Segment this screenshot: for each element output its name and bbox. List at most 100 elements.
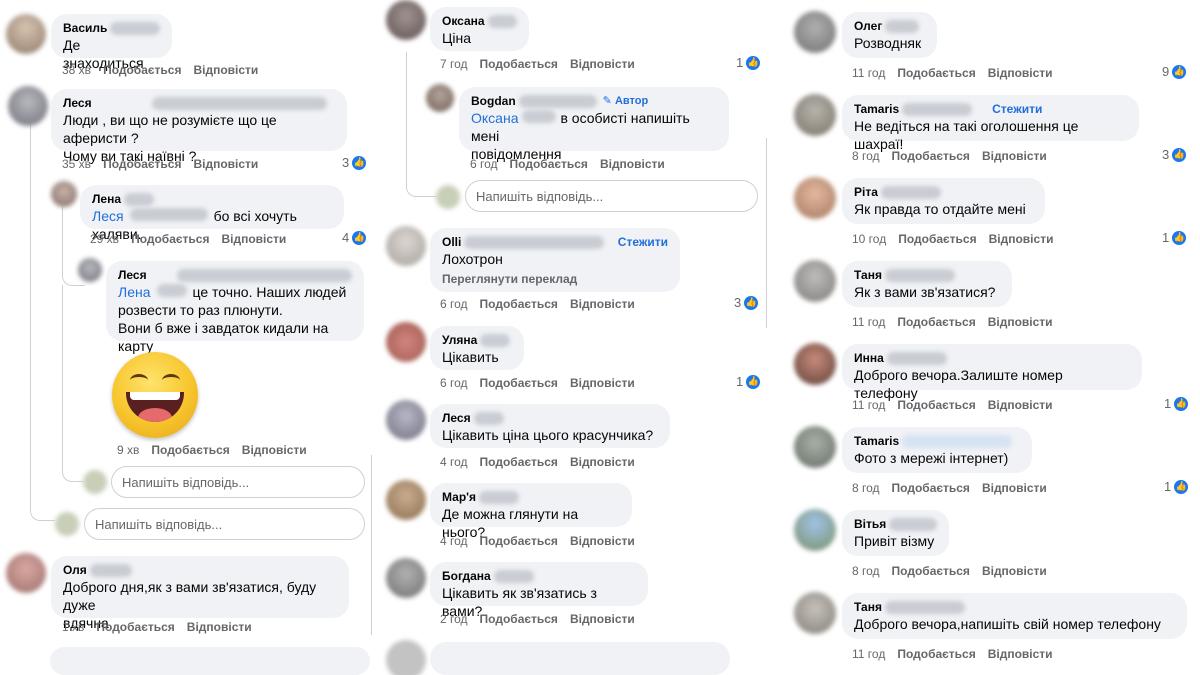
reaction-count[interactable]: 3 👍: [734, 295, 759, 310]
avatar[interactable]: [8, 86, 48, 126]
reaction-count[interactable]: 1 👍: [1162, 230, 1187, 245]
comment-author[interactable]: Леся: [63, 95, 335, 111]
comment-time[interactable]: 7 год: [440, 57, 468, 71]
reply-button[interactable]: Відповісти: [570, 534, 635, 548]
avatar[interactable]: [794, 94, 836, 136]
avatar[interactable]: [386, 0, 426, 40]
reply-button[interactable]: Відповісти: [982, 149, 1047, 163]
reply-input[interactable]: Напишіть відповідь...: [465, 180, 758, 212]
comment-time[interactable]: 11 год: [852, 315, 885, 329]
reply-button[interactable]: Відповісти: [570, 455, 635, 469]
comment-time[interactable]: 8 год: [852, 564, 880, 578]
like-button[interactable]: Подобається: [892, 149, 970, 163]
like-button[interactable]: Подобається: [480, 57, 558, 71]
reply-button[interactable]: Відповісти: [570, 612, 635, 626]
reply-button[interactable]: Відповісти: [570, 57, 635, 71]
comment-time[interactable]: 10 год: [852, 232, 886, 246]
comment-time[interactable]: 11 год: [852, 66, 885, 80]
avatar[interactable]: [78, 258, 102, 282]
reply-button[interactable]: Відповісти: [242, 443, 307, 457]
reply-button[interactable]: Відповісти: [982, 564, 1047, 578]
comment-author[interactable]: Оксана: [442, 13, 517, 29]
comment-author[interactable]: Вітья: [854, 516, 937, 532]
mention-link[interactable]: Оксана: [471, 110, 518, 126]
like-button[interactable]: Подобається: [897, 315, 975, 329]
reply-input[interactable]: Напишіть відповідь...: [111, 466, 365, 498]
comment-time[interactable]: 6 год: [470, 157, 498, 171]
reply-button[interactable]: Відповісти: [988, 66, 1053, 80]
scroll-divider[interactable]: [766, 138, 767, 328]
mention-link[interactable]: Леся: [92, 208, 124, 224]
comment-author[interactable]: Ріта: [854, 184, 1033, 200]
scroll-divider[interactable]: [371, 455, 372, 635]
comment-time[interactable]: 1 хв: [62, 620, 84, 634]
like-button[interactable]: Подобається: [151, 443, 229, 457]
like-button[interactable]: Подобається: [897, 398, 975, 412]
reply-button[interactable]: Відповісти: [221, 232, 286, 246]
like-button[interactable]: Подобається: [897, 647, 975, 661]
avatar[interactable]: [386, 226, 426, 266]
comment-author[interactable]: Леся: [442, 410, 658, 426]
reply-button[interactable]: Відповісти: [600, 157, 665, 171]
comment-time[interactable]: 2 год: [440, 612, 468, 626]
avatar[interactable]: [386, 558, 426, 598]
like-button[interactable]: Подобається: [892, 564, 970, 578]
avatar[interactable]: [794, 509, 836, 551]
reaction-count[interactable]: 4 👍: [342, 230, 367, 245]
like-button[interactable]: Подобається: [131, 232, 209, 246]
avatar[interactable]: [794, 11, 836, 53]
avatar[interactable]: [794, 426, 836, 468]
comment-time[interactable]: 11 год: [852, 398, 885, 412]
comment-time[interactable]: 6 год: [440, 376, 468, 390]
comment-author[interactable]: Инна: [854, 350, 1130, 366]
comment-author[interactable]: Богдана: [442, 568, 636, 584]
avatar[interactable]: [386, 480, 426, 520]
reaction-count[interactable]: 1 👍: [1164, 396, 1189, 411]
comment-time[interactable]: 6 год: [440, 297, 468, 311]
like-button[interactable]: Подобається: [480, 376, 558, 390]
like-button[interactable]: Подобається: [480, 612, 558, 626]
reaction-count[interactable]: 3 👍: [342, 155, 367, 170]
reply-button[interactable]: Відповісти: [570, 376, 635, 390]
reply-button[interactable]: Відповісти: [193, 63, 258, 77]
mention-link[interactable]: Лена: [118, 284, 151, 300]
reply-button[interactable]: Відповісти: [570, 297, 635, 311]
reply-button[interactable]: Відповісти: [988, 398, 1053, 412]
comment-author[interactable]: Tamaris Стежити: [854, 101, 1127, 117]
reply-button[interactable]: Відповісти: [989, 232, 1054, 246]
comment-author[interactable]: Оля: [63, 562, 337, 578]
reply-button[interactable]: Відповісти: [193, 157, 258, 171]
comment-time[interactable]: 29 хв: [90, 232, 119, 246]
comment-author[interactable]: Олег: [854, 18, 925, 34]
avatar[interactable]: [794, 260, 836, 302]
reply-button[interactable]: Відповісти: [988, 315, 1053, 329]
avatar[interactable]: [426, 84, 454, 112]
comment-time[interactable]: 4 год: [440, 534, 468, 548]
avatar[interactable]: [386, 400, 426, 440]
avatar[interactable]: [51, 181, 77, 207]
avatar[interactable]: [386, 322, 426, 362]
comment-time[interactable]: 8 год: [852, 149, 880, 163]
comment-time[interactable]: 8 год: [852, 481, 880, 495]
reply-button[interactable]: Відповісти: [187, 620, 252, 634]
reaction-count[interactable]: 9 👍: [1162, 64, 1187, 79]
reaction-count[interactable]: 1 👍: [736, 374, 761, 389]
comment-author[interactable]: Василь: [63, 20, 160, 36]
reaction-count[interactable]: 1 👍: [1164, 479, 1189, 494]
comment-author[interactable]: Tamaris: [854, 433, 1020, 449]
avatar[interactable]: [794, 177, 836, 219]
comment-time[interactable]: 35 хв: [62, 157, 91, 171]
comment-time[interactable]: 9 хв: [117, 443, 139, 457]
comment-author[interactable]: Леся: [118, 267, 352, 283]
follow-button[interactable]: Стежити: [984, 101, 1042, 117]
avatar[interactable]: [6, 553, 46, 593]
comment-time[interactable]: 11 год: [852, 647, 885, 661]
like-button[interactable]: Подобається: [480, 534, 558, 548]
comment-author[interactable]: Мар'я: [442, 489, 620, 505]
see-translation-link[interactable]: Переглянути переклад: [442, 272, 668, 286]
avatar[interactable]: [6, 14, 46, 54]
comment-author[interactable]: Таня: [854, 267, 1000, 283]
avatar[interactable]: [794, 592, 836, 634]
comment-author[interactable]: Лена: [92, 191, 332, 207]
avatar[interactable]: [794, 343, 836, 385]
